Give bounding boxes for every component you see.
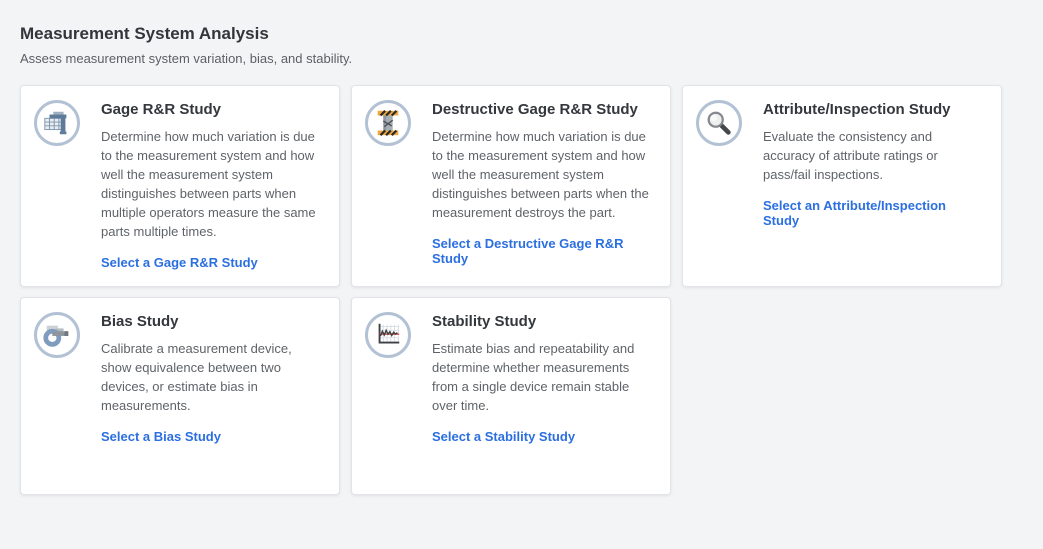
page-title: Measurement System Analysis (20, 24, 1043, 44)
page-subtitle: Assess measurement system variation, bia… (20, 51, 1043, 66)
card-title: Destructive Gage R&R Study (432, 100, 650, 119)
card-title: Attribute/Inspection Study (763, 100, 981, 119)
card-destructive-gage-rr-study: Destructive Gage R&R Study Determine how… (351, 85, 671, 287)
gage-icon (34, 100, 80, 146)
card-description: Calibrate a measurement device, show equ… (101, 339, 319, 415)
magnifier-icon (696, 100, 742, 146)
control-chart-icon (365, 312, 411, 358)
card-title: Stability Study (432, 312, 650, 331)
card-stability-study: Stability Study Estimate bias and repeat… (351, 297, 671, 495)
micrometer-icon (34, 312, 80, 358)
card-description: Determine how much variation is due to t… (101, 127, 319, 241)
card-description: Evaluate the consistency and accuracy of… (763, 127, 981, 184)
select-gage-rr-study-link[interactable]: Select a Gage R&R Study (101, 255, 258, 270)
card-description: Estimate bias and repeatability and dete… (432, 339, 650, 415)
card-description: Determine how much variation is due to t… (432, 127, 650, 222)
card-title: Gage R&R Study (101, 100, 319, 119)
select-stability-study-link[interactable]: Select a Stability Study (432, 429, 575, 444)
card-bias-study: Bias Study Calibrate a measurement devic… (20, 297, 340, 495)
msa-panel: Measurement System Analysis Assess measu… (0, 0, 1043, 495)
select-bias-study-link[interactable]: Select a Bias Study (101, 429, 221, 444)
select-attribute-inspection-study-link[interactable]: Select an Attribute/Inspection Study (763, 198, 981, 228)
study-card-grid: Gage R&R Study Determine how much variat… (20, 85, 1022, 495)
select-destructive-gage-rr-study-link[interactable]: Select a Destructive Gage R&R Study (432, 236, 650, 266)
card-title: Bias Study (101, 312, 319, 331)
card-gage-rr-study: Gage R&R Study Determine how much variat… (20, 85, 340, 287)
card-attribute-inspection-study: Attribute/Inspection Study Evaluate the … (682, 85, 1002, 287)
destructive-test-icon (365, 100, 411, 146)
